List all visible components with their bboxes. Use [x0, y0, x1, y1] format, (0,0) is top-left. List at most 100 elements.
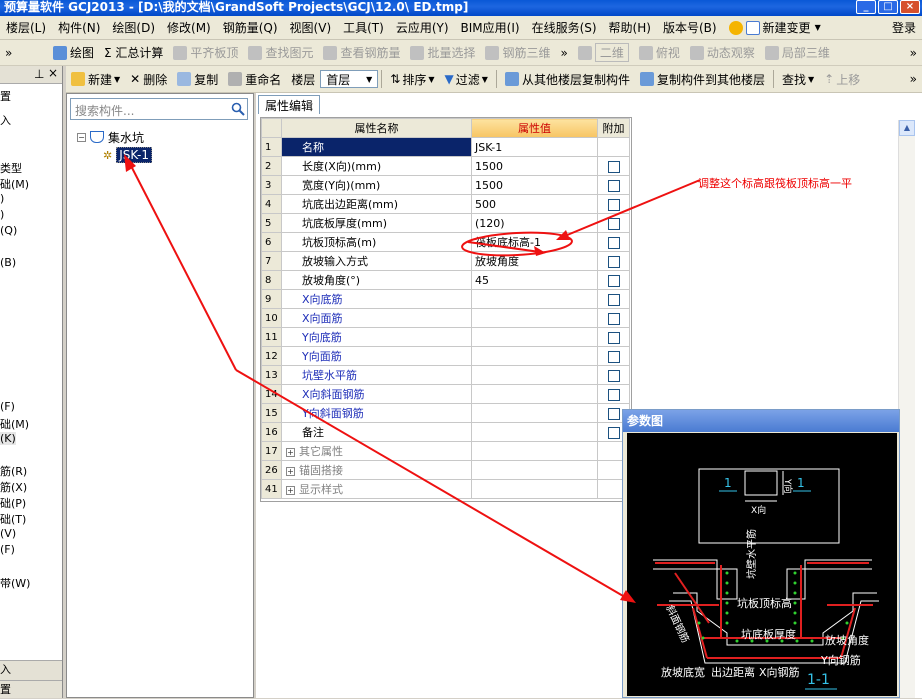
copy-from-floor-button[interactable]: 从其他楼层复制构件 [500, 68, 635, 90]
nav-item[interactable]: 入 [0, 112, 11, 128]
add-checkbox[interactable] [607, 350, 620, 363]
pin-icon[interactable]: ⊥ [34, 67, 44, 81]
property-value[interactable] [471, 327, 598, 347]
move-up-button[interactable]: ⇡ 上移 [819, 68, 865, 90]
property-value[interactable]: 筏板底标高-1 [471, 232, 598, 252]
nav-section[interactable]: 入 [0, 660, 62, 680]
filter-button[interactable]: ▼ 过滤 ▼ [440, 68, 493, 90]
collapse-icon[interactable]: − [77, 132, 86, 142]
menu-online[interactable]: 在线服务(S) [526, 19, 603, 36]
property-value[interactable]: 500 [471, 194, 598, 214]
nav-item[interactable]: (K) [0, 432, 16, 445]
property-value[interactable] [471, 384, 598, 404]
maximize-button[interactable]: □ [878, 0, 898, 14]
add-checkbox[interactable] [607, 198, 620, 211]
nav-item[interactable]: 置 [0, 88, 11, 104]
add-checkbox[interactable] [607, 274, 620, 287]
search-icon[interactable] [231, 102, 247, 118]
menu-help[interactable]: 帮助(H) [603, 19, 657, 36]
nav-item[interactable]: ) [0, 192, 4, 205]
add-checkbox[interactable] [607, 160, 620, 173]
property-row[interactable]: 10 X向面筋 [261, 308, 630, 328]
toolbar-overflow-4[interactable]: » [905, 68, 922, 90]
property-value[interactable] [471, 422, 598, 442]
property-value[interactable] [471, 346, 598, 366]
property-value[interactable]: 1500 [471, 175, 598, 195]
close-icon[interactable]: × [48, 66, 58, 80]
orbit-button[interactable]: 动态观察 [685, 42, 760, 64]
floor-select[interactable]: 首层 ▼ [320, 70, 379, 88]
add-checkbox[interactable] [607, 388, 620, 401]
draw-button[interactable]: 绘图 [48, 42, 99, 64]
menu-floor[interactable]: 楼层(L) [0, 19, 52, 36]
find-element-button[interactable]: 查找图元 [243, 42, 318, 64]
add-checkbox[interactable] [607, 331, 620, 344]
vertical-scrollbar[interactable]: ▲ [898, 120, 915, 698]
property-value[interactable] [471, 308, 598, 328]
sort-button[interactable]: ⇅ 排序 ▼ [385, 68, 439, 90]
new-button[interactable]: 新建 ▼ [66, 68, 125, 90]
top-view-button[interactable]: 俯视 [634, 42, 685, 64]
summary-calc-button[interactable]: Σ 汇总计算 [99, 42, 168, 64]
property-row[interactable]: 7 放坡输入方式 放坡角度 [261, 251, 630, 271]
property-row[interactable]: 4 坑底出边距离(mm) 500 [261, 194, 630, 214]
copy-button[interactable]: 复制 [172, 68, 223, 90]
toolbar-overflow[interactable]: » [0, 42, 48, 64]
align-top-button[interactable]: 平齐板顶 [168, 42, 243, 64]
view-2d-select[interactable]: 二维 [573, 42, 634, 64]
scroll-up-icon[interactable]: ▲ [899, 120, 915, 136]
copy-to-floor-button[interactable]: 复制构件到其他楼层 [635, 68, 770, 90]
add-checkbox[interactable] [607, 426, 620, 439]
view-rebar-button[interactable]: 查看钢筋量 [318, 42, 405, 64]
nav-item[interactable]: 础(P) [0, 495, 26, 511]
nav-item[interactable]: 筋(R) [0, 463, 27, 479]
property-row[interactable]: 11 Y向底筋 [261, 327, 630, 347]
add-checkbox[interactable] [607, 293, 620, 306]
add-checkbox[interactable] [607, 312, 620, 325]
expand-icon[interactable]: + [286, 448, 295, 457]
nav-item[interactable]: (F) [0, 400, 15, 413]
find-button[interactable]: 查找 ▼ [777, 68, 819, 90]
property-value[interactable] [471, 403, 598, 423]
add-checkbox[interactable] [607, 217, 620, 230]
menu-rebar[interactable]: 钢筋量(Q) [217, 19, 284, 36]
batch-select-button[interactable]: 批量选择 [405, 42, 480, 64]
menu-cloud[interactable]: 云应用(Y) [390, 19, 455, 36]
tab-property-edit[interactable]: 属性编辑 [258, 95, 321, 114]
property-value[interactable] [471, 289, 598, 309]
nav-item[interactable]: 础(M) [0, 176, 29, 192]
add-checkbox[interactable] [607, 255, 620, 268]
property-value[interactable]: JSK-1 [471, 137, 598, 157]
add-checkbox[interactable] [607, 236, 620, 249]
menu-draw[interactable]: 绘图(D) [106, 19, 161, 36]
property-row[interactable]: 8 放坡角度(°) 45 [261, 270, 630, 290]
nav-item[interactable]: 础(M) [0, 416, 29, 432]
property-row[interactable]: 14 X向斜面钢筋 [261, 384, 630, 404]
property-row[interactable]: 13 坑壁水平筋 [261, 365, 630, 385]
expand-icon[interactable]: + [286, 486, 295, 495]
nav-item[interactable]: (Q) [0, 224, 17, 237]
property-row[interactable]: 1 名称 JSK-1 [261, 137, 630, 157]
add-checkbox[interactable] [607, 179, 620, 192]
nav-item[interactable]: (F) [0, 543, 15, 556]
property-value[interactable]: (120) [471, 213, 598, 233]
local-3d-button[interactable]: 局部三维 [760, 42, 835, 64]
search-input[interactable]: 搜索构件... [70, 98, 248, 120]
property-row[interactable]: 26 + 锚固搭接 [261, 460, 630, 480]
property-row[interactable]: 15 Y向斜面钢筋 [261, 403, 630, 423]
property-row[interactable]: 2 长度(X向)(mm) 1500 [261, 156, 630, 176]
property-value[interactable]: 1500 [471, 156, 598, 176]
rename-button[interactable]: 重命名 [223, 68, 286, 90]
nav-item[interactable]: ) [0, 208, 4, 221]
property-value[interactable] [471, 365, 598, 385]
property-row[interactable]: 16 备注 [261, 422, 630, 442]
menu-bim[interactable]: BIM应用(I) [455, 19, 526, 36]
property-row[interactable]: 12 Y向面筋 [261, 346, 630, 366]
property-value[interactable]: 放坡角度 [471, 251, 598, 271]
property-row[interactable]: 41 + 显示样式 [261, 479, 630, 499]
nav-item[interactable]: 筋(X) [0, 479, 27, 495]
menu-component[interactable]: 构件(N) [52, 19, 106, 36]
rebar-3d-button[interactable]: 钢筋三维 [480, 42, 555, 64]
nav-item[interactable]: 础(T) [0, 511, 26, 527]
nav-item[interactable]: 类型 [0, 160, 22, 176]
